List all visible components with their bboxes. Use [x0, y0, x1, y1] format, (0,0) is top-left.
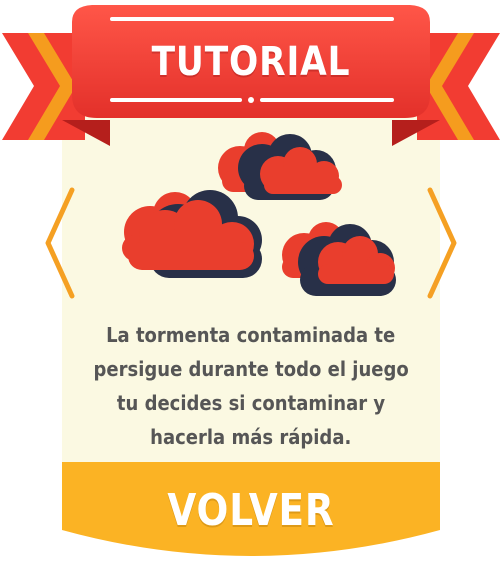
next-arrow-button[interactable] [422, 186, 462, 300]
message-line: hacerla más rápida. [150, 425, 352, 449]
tutorial-panel: TUTORIAL La tormenta contaminada te pers… [0, 0, 502, 572]
message-line: persigue durante todo el juego [93, 357, 409, 381]
prev-arrow-button[interactable] [40, 186, 80, 300]
volver-button[interactable]: VOLVER [121, 480, 381, 540]
message-line: tu decides si contaminar y [116, 391, 386, 415]
message-line: La tormenta contaminada te [106, 323, 396, 347]
ribbon-dot [248, 97, 254, 103]
panel-title: TUTORIAL [151, 39, 351, 85]
tutorial-message: La tormenta contaminada te persigue dura… [78, 312, 424, 460]
